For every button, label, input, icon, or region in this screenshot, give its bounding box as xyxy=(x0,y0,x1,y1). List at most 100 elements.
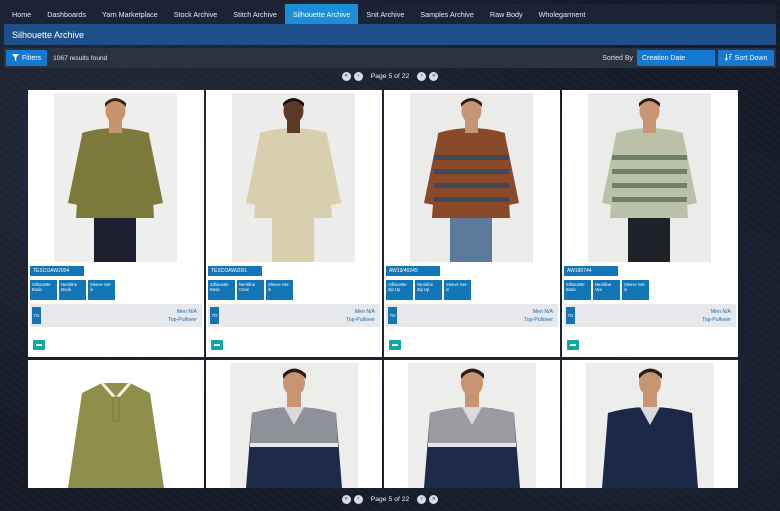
style-code-tag[interactable]: TESCOAW2001 xyxy=(208,266,262,276)
chip-neckline[interactable]: Neckline Crew xyxy=(237,280,264,300)
knit-stripe xyxy=(434,155,509,160)
color-block-stripe xyxy=(250,443,338,447)
info-row: 7G Men N/A Top-Pullover xyxy=(30,304,202,327)
silhouette-card[interactable] xyxy=(206,360,382,488)
comment-icon[interactable]: ▬ xyxy=(567,340,579,350)
last-page-icon[interactable]: » xyxy=(429,494,439,504)
sorted-by-label: Sorted By xyxy=(602,54,633,62)
trousers xyxy=(628,213,670,262)
info-row: 7G Men N/A Top-Pullover xyxy=(208,304,380,327)
prev-page-icon[interactable]: ‹ xyxy=(353,494,363,504)
silhouette-card[interactable] xyxy=(28,360,204,488)
knit-stripe xyxy=(612,183,687,188)
sweater-body xyxy=(254,128,332,218)
info-row: 7G Men N/A Top-Pullover xyxy=(564,304,736,327)
type-text: Top-Pullover xyxy=(168,317,197,324)
chip-sleeve[interactable]: Sleeve Set-in xyxy=(622,280,649,300)
chip-silhouette[interactable]: Silhouette Basic xyxy=(564,280,591,300)
page-indicator: Page 5 of 22 xyxy=(370,495,410,503)
results-count: 1067 results found xyxy=(53,54,108,62)
page-indicator: Page 5 of 22 xyxy=(370,72,410,80)
category-meta: Men N/A Top-Pullover xyxy=(168,308,197,324)
category-meta: Men N/A Top-Pullover xyxy=(702,308,731,324)
gauge-badge: 7G xyxy=(32,307,41,324)
gauge-badge: 7G xyxy=(566,307,575,324)
chip-sleeve[interactable]: Sleeve Set-in xyxy=(88,280,115,300)
top-nav: Home Dashboards Yarn Marketplace Stock A… xyxy=(4,4,776,24)
style-code-tag[interactable]: TESCOAW2004 xyxy=(30,266,84,276)
nav-item-stock-archive[interactable]: Stock Archive xyxy=(166,4,226,24)
nav-item-silhouette-archive[interactable]: Silhouette Archive xyxy=(284,4,359,24)
first-page-icon[interactable]: « xyxy=(341,494,351,504)
garment-photo xyxy=(232,93,355,262)
comment-icon[interactable]: ▬ xyxy=(211,340,223,350)
comment-icon[interactable]: ▬ xyxy=(33,340,45,350)
silhouette-card[interactable]: AW19/40245 Silhouette Zip Up Neckline Zi… xyxy=(384,90,560,357)
type-text: Top-Pullover xyxy=(524,317,553,324)
silhouette-card[interactable] xyxy=(562,360,738,488)
model-figure xyxy=(586,363,714,488)
style-code-tag[interactable]: AW190744 xyxy=(564,266,618,276)
category-meta: Men N/A Top-Pullover xyxy=(346,308,375,324)
knit-stripe xyxy=(434,197,509,202)
gender-text: Men N/A xyxy=(176,309,197,315)
next-page-icon[interactable]: › xyxy=(417,71,427,81)
gauge-badge: 7G xyxy=(210,307,219,324)
chip-silhouette[interactable]: Silhouette Basic xyxy=(30,280,57,300)
gauge-badge: 7G xyxy=(388,307,397,324)
page-title-bar: Silhouette Archive xyxy=(4,24,776,45)
category-meta: Men N/A Top-Pullover xyxy=(524,308,553,324)
filters-button[interactable]: Filters xyxy=(6,50,48,66)
model-figure xyxy=(54,93,177,262)
pagination-top: « ‹ Page 5 of 22 › » xyxy=(0,70,780,82)
color-block-stripe xyxy=(428,443,516,447)
sort-field-value: Creation Date xyxy=(642,54,686,62)
nav-item-snit-archive[interactable]: Snit Archive xyxy=(358,4,412,24)
chip-silhouette[interactable]: Silhouette Basic xyxy=(208,280,235,300)
gender-text: Men N/A xyxy=(354,309,375,315)
silhouette-card[interactable] xyxy=(384,360,560,488)
model-figure xyxy=(588,93,711,262)
filter-icon xyxy=(12,53,19,63)
type-text: Top-Pullover xyxy=(346,317,375,324)
trousers xyxy=(94,213,136,262)
last-page-icon[interactable]: » xyxy=(429,71,439,81)
silhouette-card[interactable]: AW190744 Silhouette Basic Neckline Vee S… xyxy=(562,90,738,357)
model-figure xyxy=(408,363,536,488)
prev-page-icon[interactable]: ‹ xyxy=(353,71,363,81)
nav-item-wholegarment[interactable]: Wholegarment xyxy=(531,4,594,24)
sort-field-select[interactable]: Creation Date xyxy=(637,50,715,66)
toolbar: Filters 1067 results found Sorted By Cre… xyxy=(4,48,776,68)
attribute-chips: Silhouette Basic Neckline Crew Sleeve Se… xyxy=(208,280,293,300)
pagination-bottom: « ‹ Page 5 of 22 › » xyxy=(0,493,780,505)
comment-icon[interactable]: ▬ xyxy=(389,340,401,350)
style-code-tag[interactable]: AW19/40245 xyxy=(386,266,440,276)
chip-sleeve[interactable]: Sleeve Set-in xyxy=(444,280,471,300)
chip-sleeve[interactable]: Sleeve Set-in xyxy=(266,280,293,300)
first-page-icon[interactable]: « xyxy=(341,71,351,81)
nav-item-stitch-archive[interactable]: Stitch Archive xyxy=(225,4,285,24)
attribute-chips: Silhouette Basic Neckline Mock Sleeve Se… xyxy=(30,280,115,300)
chip-neckline[interactable]: Neckline Zip Up xyxy=(415,280,442,300)
chip-neckline[interactable]: Neckline Mock xyxy=(59,280,86,300)
filters-label: Filters xyxy=(22,54,42,62)
nav-item-home[interactable]: Home xyxy=(4,4,39,24)
garment-photo xyxy=(410,93,533,262)
silhouette-card[interactable]: TESCOAW2001 Silhouette Basic Neckline Cr… xyxy=(206,90,382,357)
type-text: Top-Pullover xyxy=(702,317,731,324)
nav-item-yarn-marketplace[interactable]: Yarn Marketplace xyxy=(94,4,166,24)
next-page-icon[interactable]: › xyxy=(417,494,427,504)
trousers xyxy=(272,213,314,262)
silhouette-card[interactable]: TESCOAW2004 Silhouette Basic Neckline Mo… xyxy=(28,90,204,357)
chip-neckline[interactable]: Neckline Vee xyxy=(593,280,620,300)
nav-item-samples-archive[interactable]: Samples Archive xyxy=(412,4,482,24)
garment-photo xyxy=(54,93,177,262)
nav-item-dashboards[interactable]: Dashboards xyxy=(39,4,94,24)
gender-text: Men N/A xyxy=(710,309,731,315)
garment-photo xyxy=(586,363,714,488)
polo-placket xyxy=(112,396,120,422)
attribute-chips: Silhouette Zip Up Neckline Zip Up Sleeve… xyxy=(386,280,471,300)
sort-down-button[interactable]: Sort Down xyxy=(718,50,774,66)
chip-silhouette[interactable]: Silhouette Zip Up xyxy=(386,280,413,300)
nav-item-raw-body[interactable]: Raw Body xyxy=(482,4,531,24)
